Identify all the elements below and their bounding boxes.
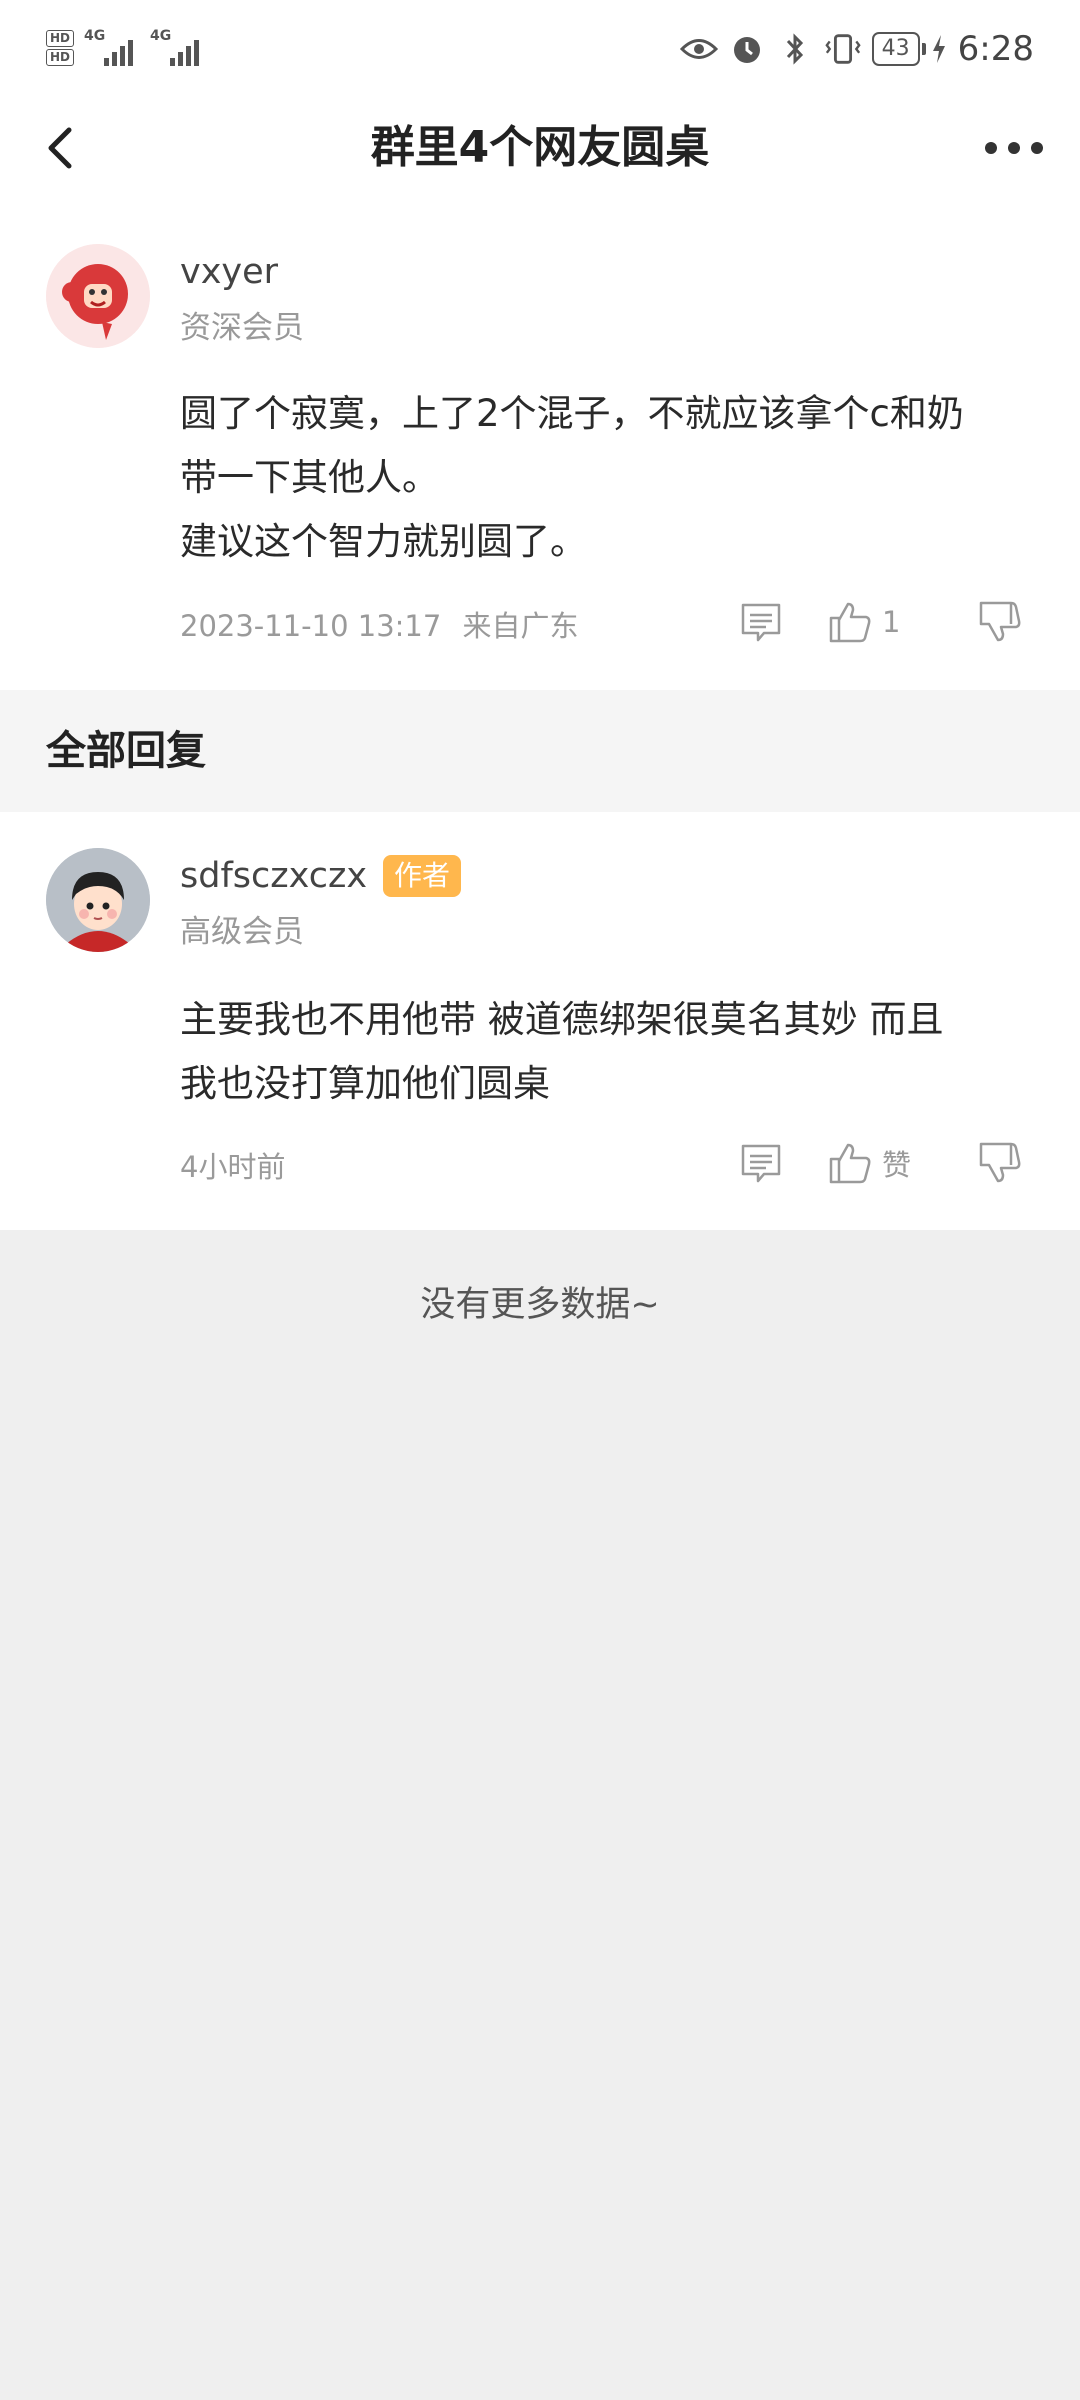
post-content: 圆了个寂寞，上了2个混子，不就应该拿个c和奶 带一下其他人。 建议这个智力就别圆… xyxy=(180,382,964,574)
top-nav-bar: 群里4个网友圆桌 xyxy=(0,98,1080,198)
reply-content: 主要我也不用他带 被道德绑架很莫名其妙 而且 我也没打算加他们圆桌 xyxy=(180,988,944,1116)
more-dot-icon xyxy=(1031,142,1043,154)
hd-indicators: HD HD xyxy=(46,30,75,66)
post-timestamp: 2023-11-10 13:17 xyxy=(180,609,442,643)
post-content-line: 带一下其他人。 xyxy=(180,456,439,499)
hd-indicator-1: HD xyxy=(46,30,75,47)
original-post: vxyer 资深会员 圆了个寂寞，上了2个混子，不就应该拿个c和奶 带一下其他人… xyxy=(0,198,1080,690)
eye-icon xyxy=(679,30,718,68)
more-dot-icon xyxy=(1008,142,1020,154)
post-member-level: 资深会员 xyxy=(180,310,304,346)
vibrate-icon xyxy=(824,30,862,68)
page-title: 群里4个网友圆桌 xyxy=(370,122,710,173)
reply-comment-button[interactable] xyxy=(740,1143,782,1185)
thumbs-up-icon xyxy=(829,1143,871,1184)
reply-dislike-button[interactable] xyxy=(978,1141,1022,1185)
thumbs-down-icon xyxy=(979,601,1021,642)
clock: 6:28 xyxy=(957,29,1034,69)
reply-time: 4小时前 xyxy=(180,1150,286,1184)
hd-indicator-2: HD xyxy=(46,49,75,66)
reply-like-button[interactable]: 赞 xyxy=(828,1141,911,1185)
replies-section-header: 全部回复 xyxy=(0,690,1080,812)
avatar[interactable] xyxy=(46,244,150,348)
alarm-icon xyxy=(728,30,766,68)
like-label: 赞 xyxy=(882,1148,912,1182)
thumbs-down-icon xyxy=(979,1142,1021,1183)
reply-item: sdfsczxczx 作者 高级会员 主要我也不用他带 被道德绑架很莫名其妙 而… xyxy=(0,812,1080,1230)
charging-icon xyxy=(930,30,948,68)
like-count: 1 xyxy=(882,605,901,639)
dislike-button[interactable] xyxy=(978,600,1022,644)
author-badge: 作者 xyxy=(383,855,462,897)
battery-indicator: 43 xyxy=(871,32,926,66)
status-bar-signals: HD HD 4G 4G xyxy=(46,26,206,70)
comment-icon xyxy=(741,1144,781,1183)
more-dot-icon xyxy=(985,142,997,154)
signal-2-icon: 4G xyxy=(150,28,206,68)
no-more-data-text: 没有更多数据~ xyxy=(420,1285,660,1325)
signal-1-icon: 4G xyxy=(84,28,140,68)
reply-content-line: 主要我也不用他带 被道德绑架很莫名其妙 而且 xyxy=(180,998,944,1041)
section-title: 全部回复 xyxy=(46,728,206,774)
reply-username[interactable]: sdfsczxczx xyxy=(180,854,367,898)
post-username[interactable]: vxyer xyxy=(180,250,278,294)
post-content-line: 圆了个寂寞，上了2个混子，不就应该拿个c和奶 xyxy=(180,392,964,435)
more-options-button[interactable] xyxy=(974,120,1054,176)
thumbs-up-icon xyxy=(829,602,871,643)
like-button[interactable]: 1 xyxy=(828,600,900,644)
reply-member-level: 高级会员 xyxy=(180,914,304,950)
bluetooth-icon xyxy=(776,30,814,68)
reply-content-line: 我也没打算加他们圆桌 xyxy=(180,1062,550,1105)
comment-button[interactable] xyxy=(740,602,782,644)
status-bar: HD HD 4G 4G 43 6:28 xyxy=(0,0,1080,98)
status-bar-system: 43 6:28 xyxy=(679,24,1034,74)
comment-icon xyxy=(741,603,781,642)
avatar[interactable] xyxy=(46,848,150,952)
post-location: 来自广东 xyxy=(462,609,579,643)
post-content-line: 建议这个智力就别圆了。 xyxy=(180,520,587,563)
post-meta: 2023-11-10 13:17 来自广东 xyxy=(180,606,579,646)
